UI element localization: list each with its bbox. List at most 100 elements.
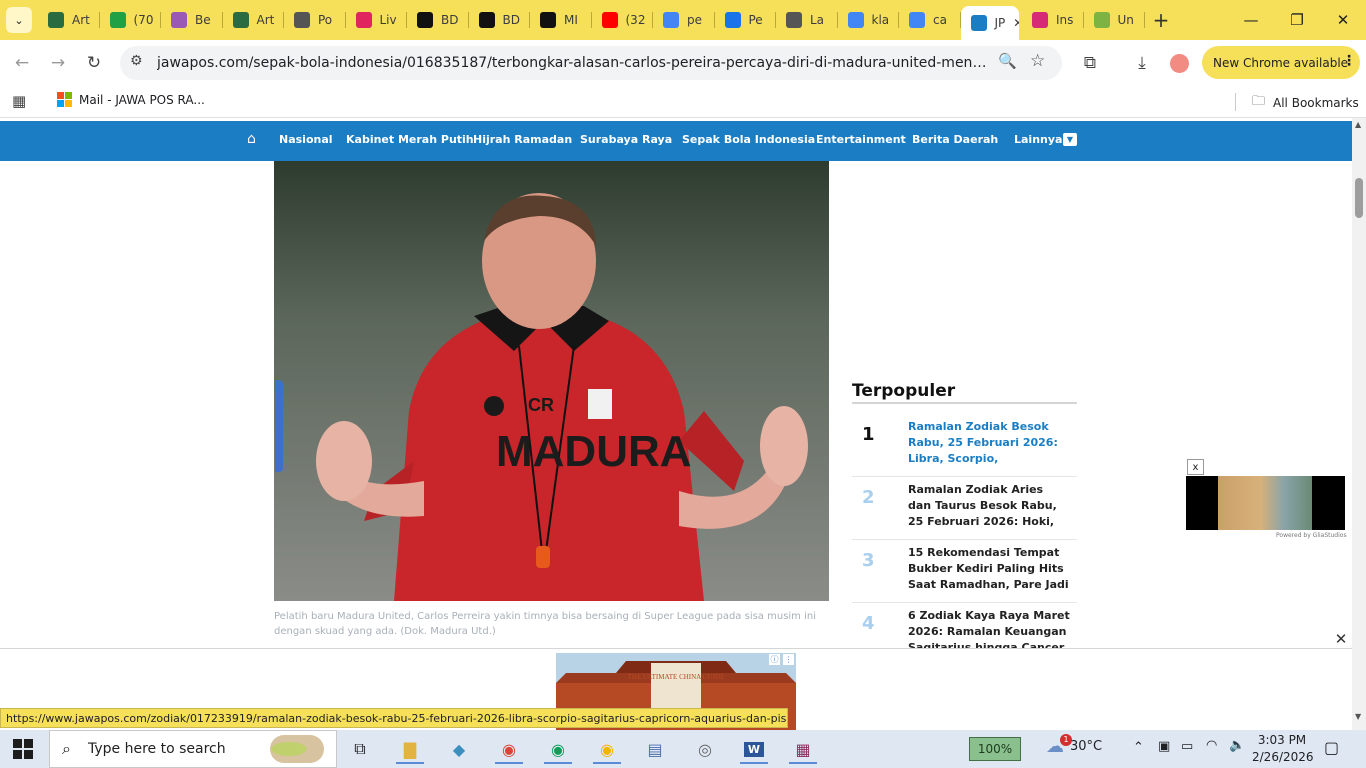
tab-12[interactable]: La xyxy=(776,6,838,34)
dropdown-icon[interactable]: ▼ xyxy=(1063,133,1077,146)
nav-hijrah-ramadan[interactable]: Hijrah Ramadan xyxy=(473,133,572,146)
chrome-button-3[interactable]: ◉ xyxy=(589,734,625,764)
page-scrollbar[interactable]: ▲ ▼ xyxy=(1352,118,1366,730)
app-button-3[interactable]: ◎ xyxy=(687,734,723,764)
chrome-button-2[interactable]: ◉ xyxy=(540,734,576,764)
tab-17[interactable]: Un xyxy=(1084,6,1145,34)
tab-9[interactable]: (32 xyxy=(592,6,653,34)
popular-title-link[interactable]: Ramalan Zodiak Besok Rabu, 25 Februari 2… xyxy=(908,419,1070,467)
side-ad-close-button[interactable]: x xyxy=(1187,459,1204,475)
weather-widget[interactable]: ☁ 1 30°C xyxy=(1046,734,1102,757)
winrar-button[interactable]: ▦ xyxy=(785,734,821,764)
task-view-button[interactable]: ⧉ xyxy=(342,734,378,764)
app-button-1[interactable]: ◆ xyxy=(441,734,477,764)
popular-section-title: Terpopuler xyxy=(852,381,956,401)
tab-11[interactable]: Pe xyxy=(715,6,776,34)
tab-3[interactable]: Art xyxy=(223,6,284,34)
restore-button[interactable]: ❐ xyxy=(1274,0,1320,40)
tab-2[interactable]: Be xyxy=(161,6,223,34)
all-bookmarks-button[interactable]: 🗀 All Bookmarks xyxy=(1252,92,1359,114)
profile-avatar[interactable] xyxy=(1170,54,1189,73)
system-clock[interactable]: 3:03 PM 2/26/2026 xyxy=(1252,732,1314,766)
address-bar[interactable]: ⚙ jawapos.com/sepak-bola-indonesia/01683… xyxy=(120,46,1062,80)
home-icon[interactable]: ⌂ xyxy=(247,131,256,147)
close-window-button[interactable]: ✕ xyxy=(1320,0,1366,40)
popular-rank: 3 xyxy=(862,550,875,571)
scroll-down-arrow-icon[interactable]: ▼ xyxy=(1355,712,1361,721)
tab-14[interactable]: ca xyxy=(899,6,961,34)
nav-kabinet-merah-putih[interactable]: Kabinet Merah Putih xyxy=(346,133,474,146)
tab-6[interactable]: BD xyxy=(407,6,469,34)
chrome-button-1[interactable]: ◉ xyxy=(491,734,527,764)
side-video-ad[interactable] xyxy=(1186,476,1345,530)
extensions-button[interactable]: ⧉ xyxy=(1076,49,1104,77)
notification-icon[interactable]: ▢ xyxy=(1324,738,1339,757)
nav-berita-daerah[interactable]: Berita Daerah xyxy=(912,133,998,146)
zoom-search-icon[interactable]: 🔍 xyxy=(998,52,1017,70)
tab-5[interactable]: Liv xyxy=(346,6,407,34)
bookmarks-divider xyxy=(1235,93,1236,111)
arrow-left-icon: ← xyxy=(14,53,30,73)
tab-label: Ins xyxy=(1056,13,1074,27)
all-bookmarks-label: All Bookmarks xyxy=(1273,96,1359,110)
nav-nasional[interactable]: Nasional xyxy=(279,133,333,146)
browser-toolbar: ← → ↻ ⚙ jawapos.com/sepak-bola-indonesia… xyxy=(0,40,1366,86)
popular-item[interactable]: 2 Ramalan Zodiak Aries dan Taurus Besok R… xyxy=(852,477,1077,540)
photo-caption: Pelatih baru Madura United, Carlos Perre… xyxy=(274,611,816,637)
nav-entertainment[interactable]: Entertainment xyxy=(816,133,906,146)
popular-item[interactable]: 1 Ramalan Zodiak Besok Rabu, 25 Februari … xyxy=(852,414,1077,477)
ad-options-icon[interactable]: ⋮ xyxy=(783,654,794,665)
popular-title-link[interactable]: 15 Rekomendasi Tempat Bukber Kediri Pali… xyxy=(908,545,1070,593)
file-explorer-button[interactable]: ▇ xyxy=(392,734,428,764)
article-photo: CR MADURA xyxy=(274,161,829,601)
reload-button[interactable]: ↻ xyxy=(80,49,108,77)
new-tab-button[interactable]: + xyxy=(1149,8,1173,32)
battery-indicator[interactable]: 100% xyxy=(969,737,1021,761)
wifi-icon[interactable]: ◠ xyxy=(1206,738,1217,753)
apps-grid-icon[interactable]: ▦ xyxy=(12,92,26,110)
minimize-button[interactable]: — xyxy=(1228,0,1274,40)
ad-info-icon[interactable]: ⓘ xyxy=(769,654,780,665)
bookmark-mail-jawapos[interactable]: Mail - JAWA POS RA... xyxy=(57,92,205,107)
bookmarks-bar: ▦ Mail - JAWA POS RA... 🗀 All Bookmarks xyxy=(0,86,1366,118)
status-bar-url: https://www.jawapos.com/zodiak/017233919… xyxy=(0,708,788,728)
tab-7[interactable]: BD xyxy=(469,6,530,34)
tab-label: Art xyxy=(72,13,90,27)
tab-1[interactable]: (70 xyxy=(100,6,161,34)
floating-side-tab[interactable] xyxy=(275,380,283,472)
taskbar-search-box[interactable]: ⌕ Type here to search xyxy=(49,730,337,768)
nav-surabaya-raya[interactable]: Surabaya Raya xyxy=(580,133,672,146)
bottom-ad-close-button[interactable]: ✕ xyxy=(1332,630,1350,648)
tab-0[interactable]: Art xyxy=(38,6,100,34)
nav-lainnya[interactable]: Lainnya xyxy=(1014,133,1062,146)
url-text[interactable]: jawapos.com/sepak-bola-indonesia/0168351… xyxy=(157,55,987,71)
capcut-icon xyxy=(478,12,495,28)
popular-title-link[interactable]: Ramalan Zodiak Aries dan Taurus Besok Ra… xyxy=(908,482,1070,530)
start-button[interactable] xyxy=(8,738,38,760)
tab-16[interactable]: Ins xyxy=(1022,6,1084,34)
tab-15[interactable]: JP ✕ xyxy=(960,6,1019,40)
volume-icon[interactable]: 🔈 xyxy=(1229,738,1245,753)
close-tab-icon[interactable]: ✕ xyxy=(1013,16,1018,30)
chevron-up-icon[interactable]: ⌃ xyxy=(1133,740,1144,755)
back-button[interactable]: ← xyxy=(8,49,36,77)
tab-8[interactable]: MI xyxy=(530,6,592,34)
app-button-2[interactable]: ▤ xyxy=(637,734,673,764)
new-chrome-available-button[interactable]: New Chrome available ⋮ xyxy=(1202,46,1360,79)
downloads-button[interactable]: ⤓ xyxy=(1128,49,1156,77)
bookmark-star-icon[interactable]: ☆ xyxy=(1030,51,1045,71)
site-info-icon[interactable]: ⚙ xyxy=(130,53,143,69)
scroll-up-arrow-icon[interactable]: ▲ xyxy=(1355,120,1361,129)
tab-search-button[interactable]: ⌄ xyxy=(6,7,32,33)
tab-4[interactable]: Po xyxy=(284,6,346,34)
nav-sepak-bola-indonesia[interactable]: Sepak Bola Indonesia xyxy=(682,133,815,146)
scrollbar-thumb[interactable] xyxy=(1355,178,1363,218)
kebab-menu-icon[interactable]: ⋮ xyxy=(1342,53,1356,69)
meet-now-icon[interactable]: ▣ xyxy=(1158,739,1170,754)
word-button[interactable]: W xyxy=(736,734,772,764)
power-plug-icon[interactable]: ▭ xyxy=(1181,739,1193,754)
tab-10[interactable]: pe xyxy=(653,6,715,34)
forward-button[interactable]: → xyxy=(44,49,72,77)
popular-item[interactable]: 3 15 Rekomendasi Tempat Bukber Kediri Pal… xyxy=(852,540,1077,603)
tab-13[interactable]: kla xyxy=(838,6,899,34)
